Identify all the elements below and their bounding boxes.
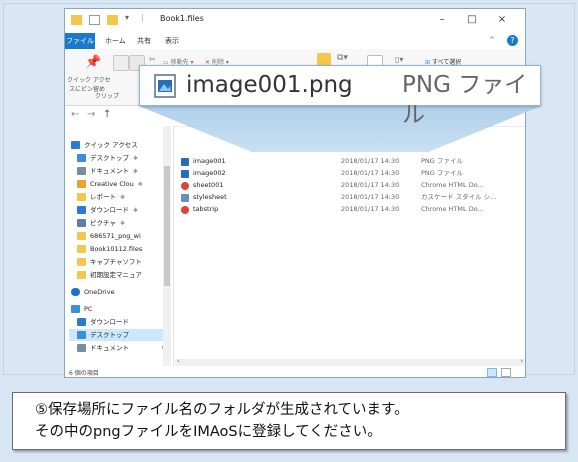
pin-icon: ✱: [119, 220, 125, 227]
tab-home[interactable]: ホーム: [105, 33, 126, 49]
pin-icon: ✱: [137, 181, 143, 188]
nav-item-folder-686571[interactable]: 686571_png_wi: [71, 230, 141, 242]
new-item-icon[interactable]: ⧉▾: [337, 53, 348, 63]
open-icon[interactable]: ▯▾: [395, 55, 403, 64]
ribbon-tabs: ファイル ホーム 共有 表示 ^ ?: [65, 33, 525, 50]
title-bar: ▾ | Book1.files – □ ×: [65, 9, 525, 33]
scroll-left-icon[interactable]: ‹: [177, 357, 180, 365]
desktop-folder-icon: [77, 154, 86, 162]
status-bar: 6 個の項目: [65, 367, 525, 377]
screenshot-panel: ▾ | Book1.files – □ × ファイル ホーム 共有 表示 ^ ?…: [3, 3, 575, 378]
nav-item-pc[interactable]: PC: [71, 303, 92, 315]
up-button[interactable]: ↑: [103, 109, 111, 120]
file-row-image002[interactable]: image002 2018/01/17 14:30 PNG ファイル: [181, 168, 521, 179]
documents-icon: [77, 167, 86, 175]
nav-item-onedrive[interactable]: OneDrive: [71, 286, 115, 298]
folder-icon: [71, 15, 82, 25]
pin-icon: ✱: [133, 168, 139, 175]
nav-item-quick-access[interactable]: クイック アクセス: [71, 139, 138, 151]
folder-icon: [77, 232, 86, 240]
nav-item-pc-desktop[interactable]: デスクトップ: [69, 329, 165, 341]
nav-item-downloads[interactable]: ダウンロード ✱: [71, 204, 138, 216]
folder-icon: [77, 258, 86, 266]
png-file-icon: [154, 74, 176, 98]
nav-item-pc-downloads[interactable]: ダウンロード: [71, 316, 129, 328]
nav-item-report[interactable]: レポート ✱: [71, 191, 125, 203]
caption-line-1: ⑤保存場所にファイル名のフォルダが生成されています。: [35, 402, 409, 418]
forward-button[interactable]: →: [87, 109, 95, 120]
large-icons-view-icon[interactable]: [501, 368, 511, 377]
tab-view[interactable]: 表示: [165, 33, 179, 49]
pin-icon: ✱: [133, 155, 139, 162]
new-folder-icon[interactable]: [107, 15, 118, 25]
nav-item-pc-documents[interactable]: ドキュメント∨: [71, 342, 165, 354]
file-row-tabstrip[interactable]: tabstrip 2018/01/17 14:30 Chrome HTML Do…: [181, 204, 521, 215]
zoomed-file-type: PNG ファイル: [402, 72, 528, 128]
nav-item-folder-book10112[interactable]: Book10112.files: [71, 243, 142, 255]
collapse-ribbon-icon[interactable]: ^: [489, 36, 495, 44]
instruction-caption: ⑤保存場所にファイル名のフォルダが生成されています。 その中のpngファイルをI…: [12, 392, 566, 450]
details-view-icon[interactable]: [487, 368, 497, 377]
file-row-sheet001[interactable]: sheet001 2018/01/17 14:30 Chrome HTML Do…: [181, 180, 521, 191]
creative-cloud-folder-icon: [77, 180, 86, 188]
copy-icon[interactable]: [113, 55, 129, 71]
file-explorer-window: ▾ | Book1.files – □ × ファイル ホーム 共有 表示 ^ ?…: [64, 8, 526, 378]
zoomed-file-name: image001.png: [186, 72, 353, 98]
pictures-icon: [77, 219, 86, 227]
maximize-button[interactable]: □: [459, 12, 485, 28]
chrome-html-icon: [181, 206, 189, 214]
file-row-image001[interactable]: image001 2018/01/17 14:30 PNG ファイル: [181, 156, 521, 167]
nav-scrollbar[interactable]: [163, 126, 171, 366]
tab-file[interactable]: ファイル: [65, 33, 95, 49]
pin-icon: ✱: [133, 207, 139, 214]
cut-icon[interactable]: ✂: [149, 55, 156, 64]
png-file-icon: [181, 170, 189, 178]
nav-item-creative-cloud[interactable]: Creative Clou ✱: [71, 178, 143, 190]
nav-scrollbar-thumb[interactable]: [164, 166, 170, 286]
pc-icon: [71, 305, 80, 313]
tab-share[interactable]: 共有: [137, 33, 151, 49]
help-icon[interactable]: ?: [507, 35, 518, 46]
zoom-callout: image001.png PNG ファイル: [139, 65, 541, 128]
nav-item-pictures[interactable]: ピクチャ ✱: [71, 217, 125, 229]
properties-icon[interactable]: [89, 15, 100, 25]
close-button[interactable]: ×: [489, 12, 515, 28]
onedrive-icon: [71, 288, 80, 296]
customize-toolbar-icon[interactable]: ▾: [125, 13, 129, 22]
file-list: image001 2018/01/17 14:30 PNG ファイル image…: [175, 126, 525, 366]
css-file-icon: [181, 194, 189, 202]
file-row-stylesheet[interactable]: stylesheet 2018/01/17 14:30 カスケード スタイル シ…: [181, 192, 521, 203]
folder-icon: [77, 245, 86, 253]
folder-icon: [77, 193, 86, 201]
pin-icon: 📌: [85, 55, 102, 70]
download-icon: [77, 206, 86, 214]
window-title: Book1.files: [160, 14, 204, 23]
caption-line-2: その中のpngファイルをIMAoSに登録してください。: [35, 424, 382, 440]
documents-icon: [77, 344, 86, 352]
minimize-button[interactable]: –: [429, 12, 455, 28]
item-count: 6 個の項目: [69, 370, 99, 377]
navigation-pane: クイック アクセス デスクトップ ✱ ドキュメント ✱ Creative Clou ✱…: [65, 126, 174, 366]
nav-item-folder-setup-manual[interactable]: 初期設定マニュア: [71, 269, 142, 281]
desktop-folder-icon: [77, 331, 86, 339]
file-list-hscrollbar[interactable]: ‹ ›: [175, 357, 525, 366]
nav-item-documents[interactable]: ドキュメント ✱: [71, 165, 138, 177]
scroll-right-icon[interactable]: ›: [520, 357, 523, 365]
folder-icon: [77, 271, 86, 279]
nav-item-desktop[interactable]: デスクトップ ✱: [71, 152, 138, 164]
star-icon: [71, 141, 80, 149]
png-file-icon: [181, 158, 189, 166]
back-button[interactable]: ←: [71, 109, 79, 120]
download-icon: [77, 318, 86, 326]
clipboard-group-label: クリップ: [95, 93, 120, 100]
pin-icon: ✱: [120, 194, 126, 201]
chrome-html-icon: [181, 182, 189, 190]
title-separator: |: [141, 13, 144, 22]
nav-item-folder-capture-software[interactable]: キャプチャソフト: [71, 256, 142, 268]
